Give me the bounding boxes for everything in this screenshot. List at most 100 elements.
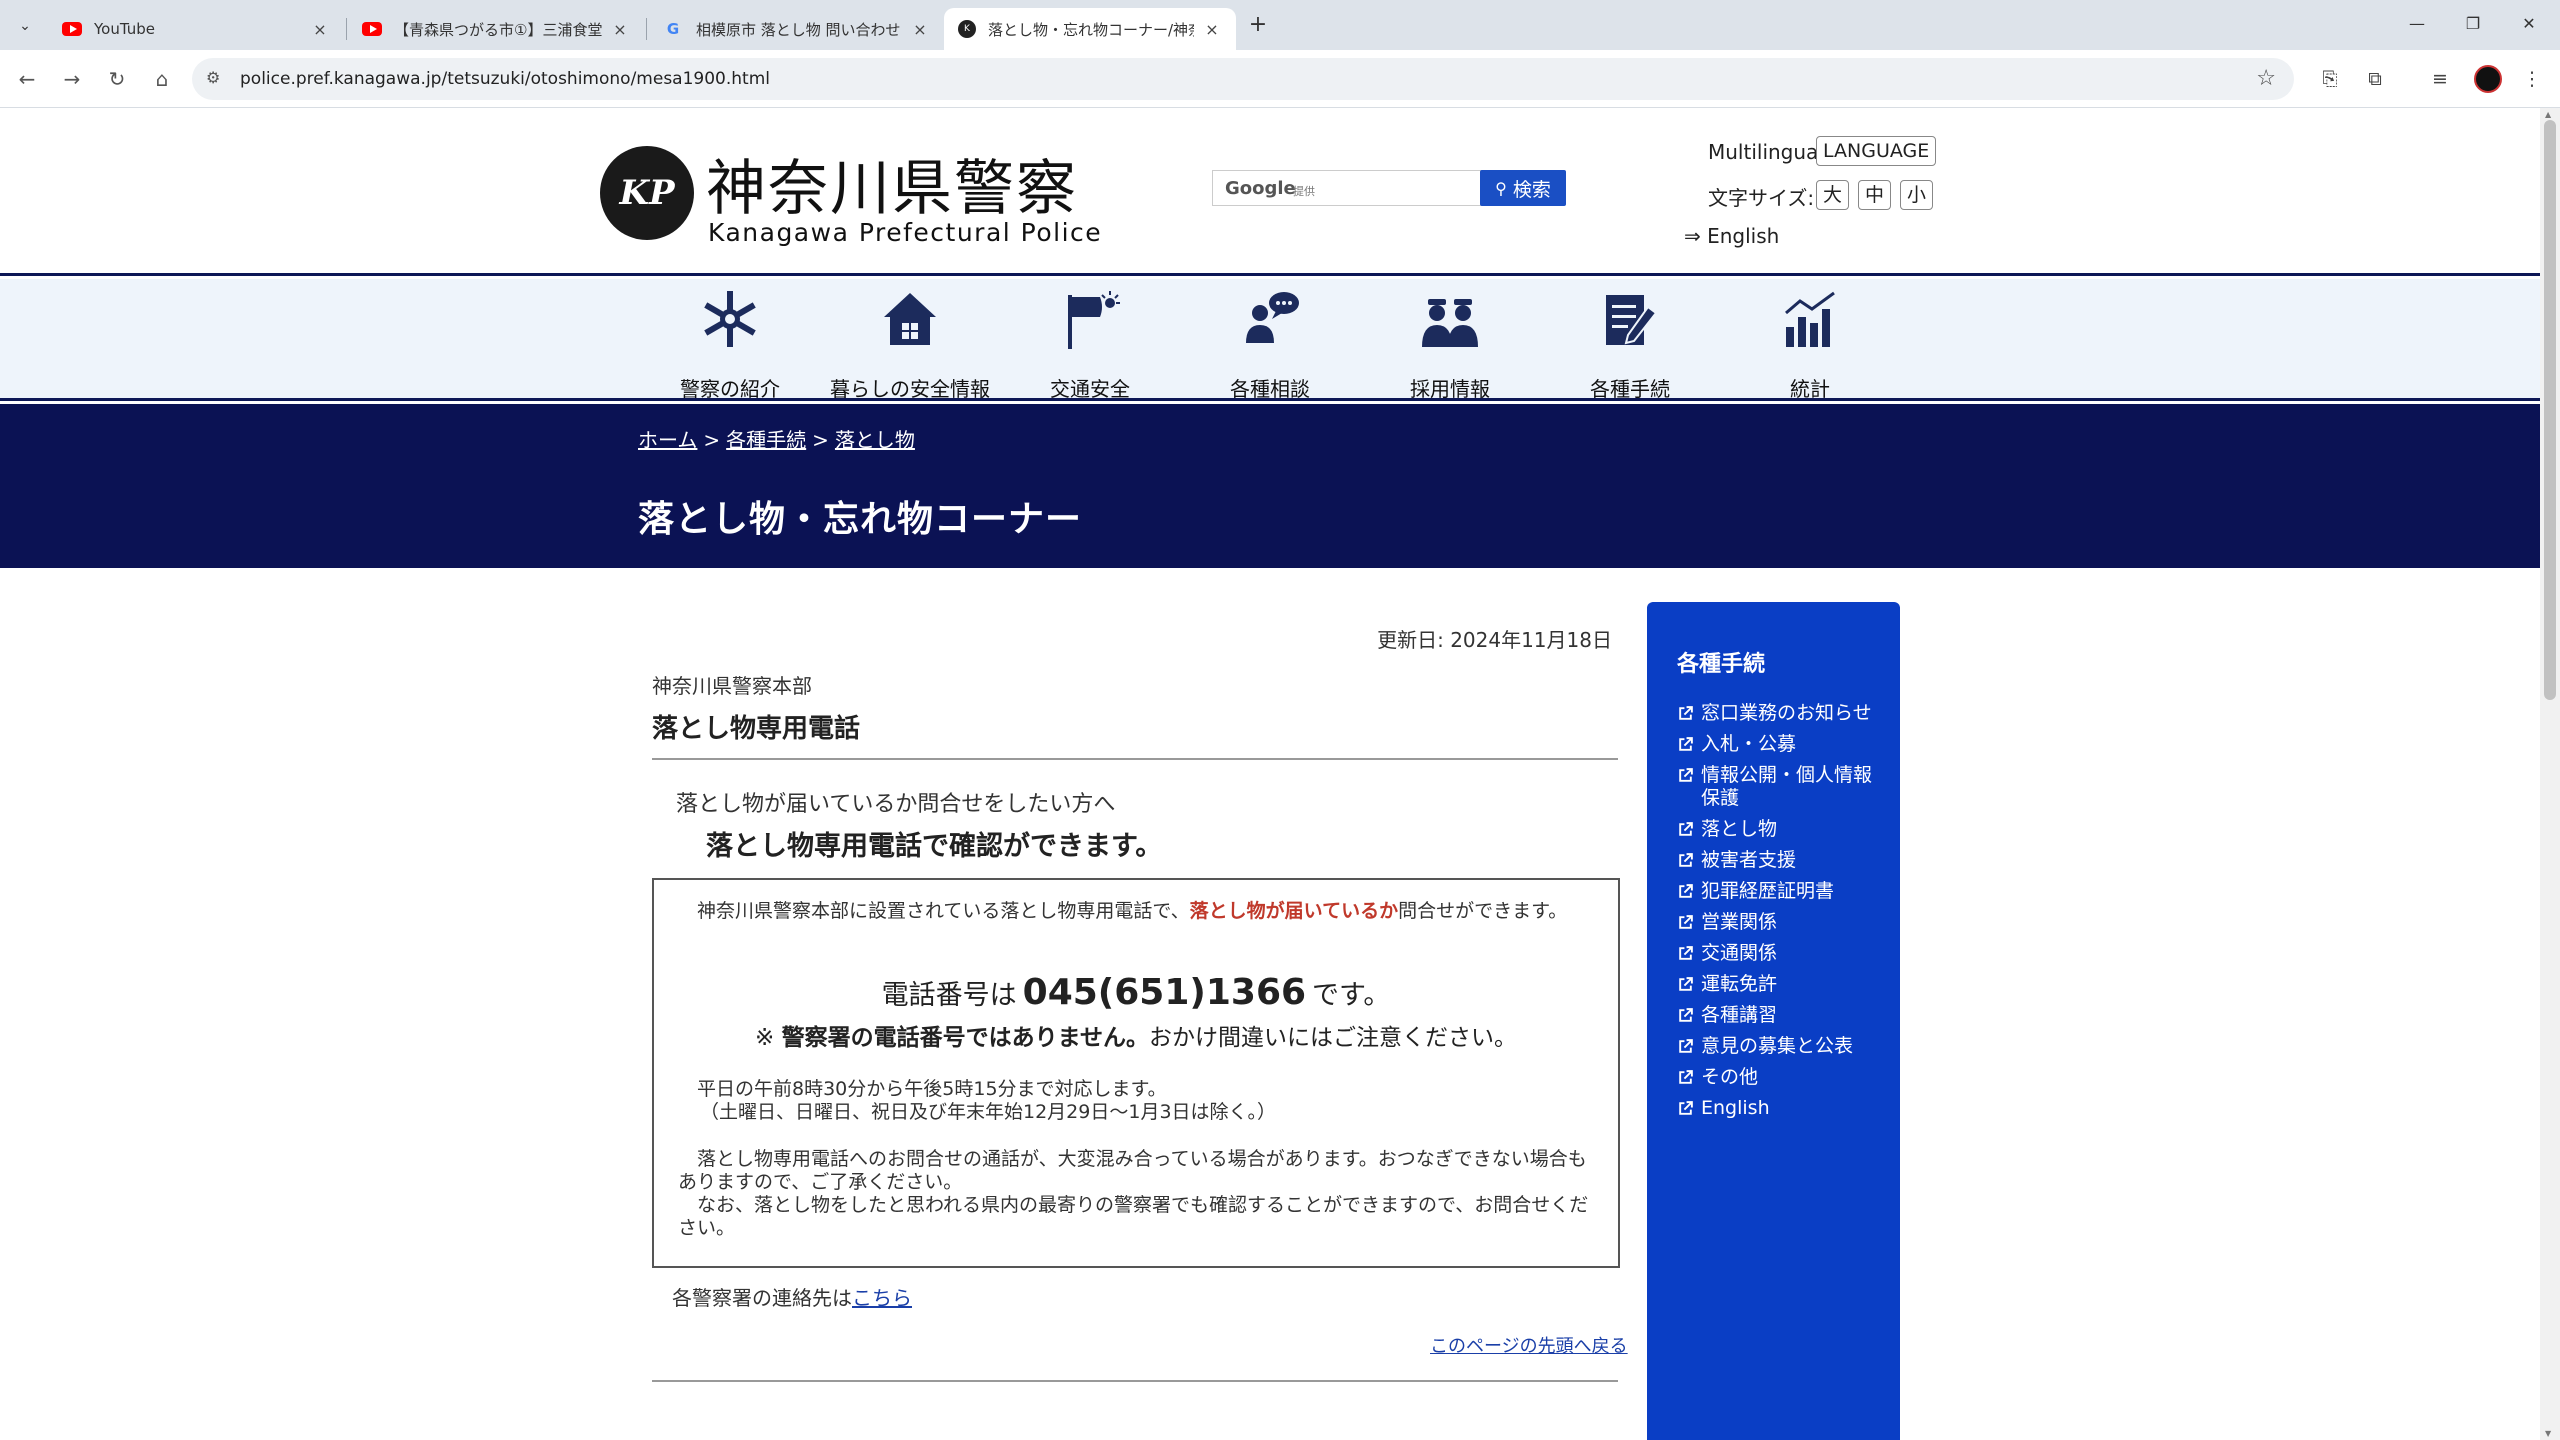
phone-number-line: 電話番号は 045(651)1366 です。 — [654, 972, 1618, 1013]
sidebar-item[interactable]: 落とし物 — [1677, 818, 1882, 841]
cast-icon[interactable]: ⎘ — [2316, 66, 2344, 94]
page-scrollbar[interactable]: ▲ ▼ — [2540, 108, 2560, 1440]
close-window-button[interactable]: ✕ — [2504, 10, 2554, 38]
tab-search-button[interactable]: ⌄ — [12, 13, 38, 39]
hours-line-1: 平日の午前8時30分から午後5時15分まで対応します。 — [678, 1078, 1167, 1100]
note-paragraph-1: 落とし物専用電話へのお問合せの通話が、大変混み合っている場合があります。おつなぎ… — [678, 1148, 1587, 1193]
external-link-icon — [1679, 1070, 1693, 1084]
close-icon[interactable]: × — [910, 20, 930, 39]
phone-number[interactable]: 045(651)1366 — [1023, 972, 1306, 1013]
tab-youtube[interactable]: YouTube × — [48, 8, 344, 50]
nav-item-traffic-safety[interactable]: 交通安全 — [1000, 279, 1180, 401]
font-size-medium-button[interactable]: 中 — [1858, 180, 1892, 210]
sidebar-item-label: English — [1701, 1097, 1770, 1119]
nav-item-consultation[interactable]: 各種相談 — [1180, 279, 1360, 401]
document-pen-icon — [1606, 295, 1658, 345]
forward-button[interactable]: → — [57, 64, 87, 94]
contact-text: 各警察署の連絡先は — [672, 1286, 852, 1310]
bookmark-star-icon[interactable]: ☆ — [2256, 66, 2276, 91]
nav-label: 交通安全 — [1050, 377, 1130, 401]
consultation-icon — [1246, 292, 1299, 343]
back-to-top-link[interactable]: このページの先頭へ戻る — [1430, 1332, 1628, 1358]
external-link-icon — [1679, 1008, 1693, 1022]
breadcrumb-procedures[interactable]: 各種手続 — [726, 428, 806, 452]
breadcrumb-lost-items[interactable]: 落とし物 — [835, 428, 915, 452]
nav-item-statistics[interactable]: 統計 — [1720, 279, 1900, 401]
search-button-label: 検索 — [1512, 178, 1551, 201]
nav-item-recruitment[interactable]: 採用情報 — [1360, 279, 1540, 401]
reload-button[interactable]: ↻ — [102, 64, 132, 94]
tab-title: 相模原市 落とし物 問い合わせ - G — [696, 20, 902, 39]
tab-title: 落とし物・忘れ物コーナー/神奈川県 — [988, 20, 1194, 39]
sidebar-item[interactable]: 意見の募集と公表 — [1677, 1035, 1882, 1058]
scroll-thumb[interactable] — [2544, 120, 2556, 700]
phone-prefix: 電話番号は — [881, 980, 1017, 1011]
sidebar-item[interactable]: 犯罪経歴証明書 — [1677, 880, 1882, 903]
nav-item-procedures[interactable]: 各種手続 — [1540, 279, 1720, 401]
updated-date: 更新日: 2024年11月18日 — [1377, 628, 1612, 652]
new-tab-button[interactable]: + — [1244, 12, 1272, 40]
sidebar-item[interactable]: 運転免許 — [1677, 973, 1882, 996]
sidebar-item[interactable]: 情報公開・個人情報保護 — [1677, 764, 1882, 810]
tab-active-page[interactable]: K 落とし物・忘れ物コーナー/神奈川県 × — [944, 8, 1236, 50]
caution-text: おかけ間違いにはご注意ください。 — [1148, 1025, 1517, 1051]
page-title-banner: ホーム > 各種手続 > 落とし物 落とし物・忘れ物コーナー — [0, 404, 2540, 568]
sidebar-item[interactable]: English — [1677, 1097, 1882, 1120]
close-icon[interactable]: × — [310, 20, 330, 39]
address-bar[interactable]: ⚙ police.pref.kanagawa.jp/tetsuzuki/otos… — [192, 58, 2294, 100]
sidebar-item[interactable]: 営業関係 — [1677, 911, 1882, 934]
font-size-small-button[interactable]: 小 — [1900, 180, 1934, 210]
police-logo[interactable]: KP — [600, 146, 694, 240]
sidebar-item-label: その他 — [1701, 1066, 1759, 1088]
search-icon: ⚲ — [1495, 178, 1507, 198]
site-subtitle: Kanagawa Prefectural Police — [708, 218, 1103, 247]
scroll-up-icon[interactable]: ▲ — [2545, 110, 2551, 119]
scroll-down-icon[interactable]: ▼ — [2545, 1429, 2551, 1438]
sidebar-item[interactable]: 交通関係 — [1677, 942, 1882, 965]
nav-item-safety-info[interactable]: 暮らしの安全情報 — [820, 279, 1000, 401]
media-control-icon[interactable]: ≡ — [2426, 66, 2454, 94]
sidebar-item[interactable]: 被害者支援 — [1677, 849, 1882, 872]
site-info-icon[interactable]: ⚙ — [206, 68, 220, 87]
caution-emphasis: 警察署の電話番号ではありません。 — [781, 1025, 1149, 1051]
sidebar-item-label: 運転免許 — [1701, 973, 1778, 995]
close-icon[interactable]: × — [1202, 20, 1222, 39]
sidebar-item[interactable]: 入札・公募 — [1677, 733, 1882, 756]
home-button[interactable]: ⌂ — [147, 64, 177, 94]
google-sub-label: 提供 — [1293, 185, 1315, 198]
intro-text: 落とし物が届いているか問合せをしたい方へ — [676, 792, 1116, 817]
close-icon[interactable]: × — [610, 20, 630, 39]
menu-icon[interactable]: ⋮ — [2518, 66, 2546, 94]
external-link-icon — [1679, 977, 1693, 991]
breadcrumb-home[interactable]: ホーム — [638, 428, 697, 452]
tab-google-search[interactable]: G 相模原市 落とし物 問い合わせ - G × — [648, 8, 944, 50]
sidebar-item-label: 交通関係 — [1701, 942, 1778, 964]
site-header: KP 神奈川県警察 Kanagawa Prefectural Police Go… — [0, 108, 2540, 276]
search-button[interactable]: ⚲ 検索 — [1480, 170, 1566, 206]
profile-avatar[interactable] — [2474, 65, 2502, 93]
nav-item-police-intro[interactable]: 警察の紹介 — [640, 279, 820, 401]
sidebar-item[interactable]: 窓口業務のお知らせ — [1677, 702, 1882, 725]
site-title[interactable]: 神奈川県警察 — [706, 140, 1078, 227]
url-text[interactable]: police.pref.kanagawa.jp/tetsuzuki/otoshi… — [240, 69, 770, 89]
font-size-large-button[interactable]: 大 — [1816, 180, 1850, 210]
sidebar-item[interactable]: 各種講習 — [1677, 1004, 1882, 1027]
divider — [652, 1380, 1618, 1382]
restore-button[interactable]: ❐ — [2448, 10, 2498, 38]
external-link-icon — [1679, 915, 1693, 929]
extensions-icon[interactable]: ⧉ — [2361, 66, 2389, 94]
back-button[interactable]: ← — [12, 64, 42, 94]
search-input[interactable]: Google 提供 — [1212, 170, 1482, 206]
tab-youtube-video[interactable]: 【青森県つがる市①】三浦食堂の中 × — [348, 8, 644, 50]
language-button[interactable]: LANGUAGE — [1816, 136, 1937, 166]
minimize-button[interactable]: — — [2392, 10, 2442, 38]
external-link-icon — [1679, 706, 1693, 720]
sidebar-item[interactable]: その他 — [1677, 1066, 1882, 1089]
external-link-icon — [1679, 737, 1693, 751]
sidebar-title: 各種手続 — [1677, 652, 1766, 677]
divider — [652, 758, 1618, 760]
tab-title: YouTube — [94, 20, 155, 38]
contact-link[interactable]: こちら — [852, 1286, 912, 1310]
english-link[interactable]: ⇒ English — [1684, 224, 1779, 248]
para1-highlight: 落とし物が届いているか — [1189, 900, 1399, 922]
